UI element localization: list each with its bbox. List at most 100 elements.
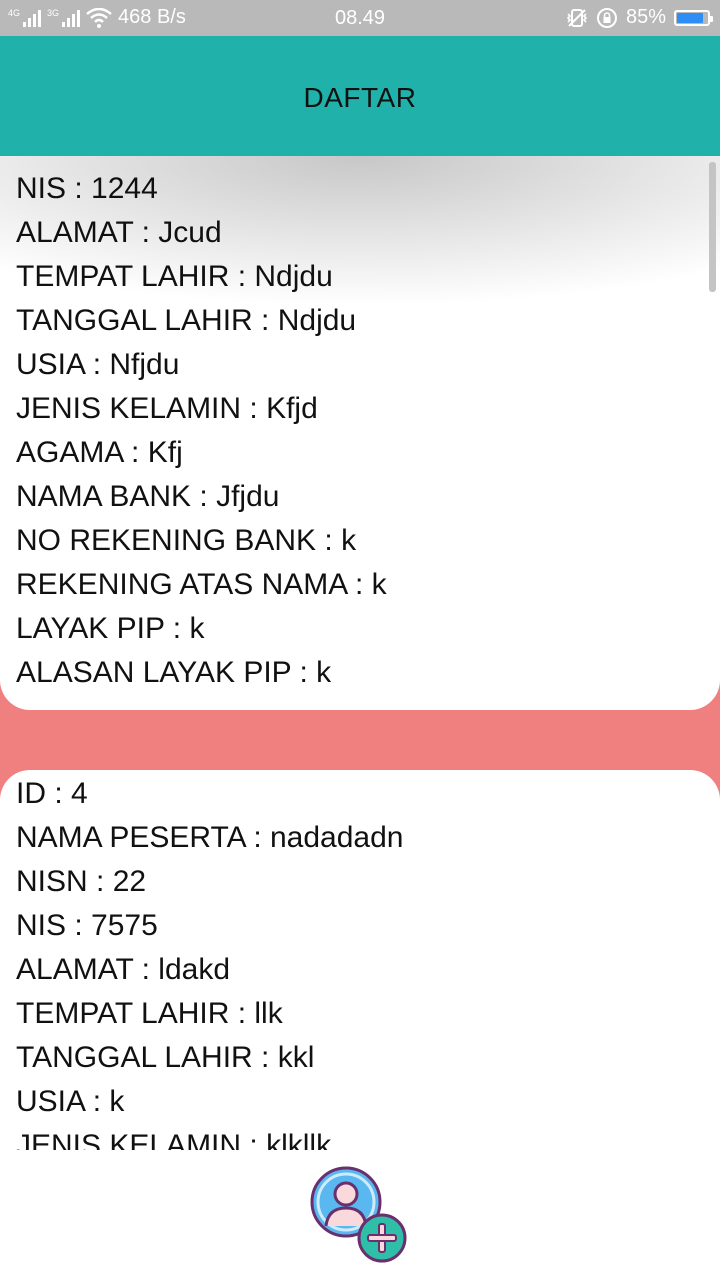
field-separator: : bbox=[241, 1129, 267, 1150]
field-value: 12345 bbox=[113, 156, 196, 161]
field-value: k bbox=[316, 656, 332, 689]
rotation-lock-icon bbox=[596, 7, 617, 28]
field-value: Ndjdu bbox=[254, 260, 333, 293]
field-label: LAYAK PIP bbox=[16, 612, 165, 645]
field-value: Nfjdu bbox=[109, 348, 180, 381]
record-field: ALASAN LAYAK PIP : k bbox=[16, 651, 387, 695]
battery-percent: 85% bbox=[625, 6, 666, 28]
field-separator: : bbox=[346, 568, 372, 601]
field-label: ALAMAT bbox=[16, 953, 134, 986]
field-separator: : bbox=[87, 865, 113, 898]
field-label: NISN bbox=[16, 156, 88, 161]
field-label: ALASAN LAYAK PIP bbox=[16, 656, 292, 689]
record-field: NIS : 7575 bbox=[16, 904, 403, 948]
field-label: REKENING ATAS NAMA bbox=[16, 568, 347, 601]
field-separator: : bbox=[316, 524, 342, 557]
record-field: NAMA BANK : Jfjdu bbox=[16, 475, 387, 519]
field-value: nadadadn bbox=[270, 821, 404, 854]
record-field: USIA : Nfjdu bbox=[16, 343, 387, 387]
field-value: 7575 bbox=[91, 909, 158, 942]
record-field: NISN : 22 bbox=[16, 860, 403, 904]
record-field: ALAMAT : ldakd bbox=[16, 948, 403, 992]
field-separator: : bbox=[229, 260, 255, 293]
record-field: NAMA PESERTA : nadadadn bbox=[16, 816, 403, 860]
record-field: JENIS KELAMIN : Kfjd bbox=[16, 387, 387, 431]
record-card[interactable]: NISN : 12345NIS : 1244ALAMAT : JcudTEMPA… bbox=[0, 156, 720, 710]
field-separator: : bbox=[133, 216, 159, 249]
field-value: k bbox=[109, 1085, 125, 1118]
field-separator: : bbox=[229, 997, 255, 1030]
field-separator: : bbox=[291, 656, 317, 689]
record-card[interactable]: ID : 4 NAMA PESERTA : nadadadn NISN : 22 NI… bbox=[0, 770, 720, 1150]
field-separator: : bbox=[241, 392, 267, 425]
field-label: TANGGAL LAHIR bbox=[16, 1041, 253, 1074]
field-label: NAMA BANK bbox=[16, 480, 192, 513]
record-field: TEMPAT LAHIR : Ndjdu bbox=[16, 255, 387, 299]
field-label: ID bbox=[16, 777, 46, 810]
record-field: JENIS KELAMIN : klkllk bbox=[16, 1124, 403, 1150]
field-separator: : bbox=[88, 156, 113, 161]
field-label: ALAMAT bbox=[16, 216, 134, 249]
field-value: Ndjdu bbox=[277, 304, 357, 337]
field-separator: : bbox=[191, 480, 217, 513]
field-label: NO REKENING BANK bbox=[16, 524, 317, 557]
field-label: USIA bbox=[16, 348, 85, 381]
bottom-bar bbox=[0, 1150, 720, 1280]
record-field: ID : 4 bbox=[16, 772, 403, 816]
field-label: TEMPAT LAHIR bbox=[16, 997, 230, 1030]
field-separator: : bbox=[46, 777, 72, 810]
field-label: USIA bbox=[16, 1085, 85, 1118]
field-value: llk bbox=[254, 997, 283, 1030]
record-field: USIA : k bbox=[16, 1080, 403, 1124]
app-bar: DAFTAR bbox=[0, 36, 720, 156]
field-separator: : bbox=[122, 436, 148, 469]
field-value: 22 bbox=[112, 865, 147, 898]
field-value: 1244 bbox=[91, 172, 158, 205]
record-field: LAYAK PIP : k bbox=[16, 607, 387, 651]
field-separator: : bbox=[164, 612, 190, 645]
record-field: NISN : 12345 bbox=[16, 156, 387, 167]
field-value: kkl bbox=[277, 1041, 315, 1074]
field-label: AGAMA bbox=[16, 436, 123, 469]
record-field: TANGGAL LAHIR : kkl bbox=[16, 1036, 403, 1080]
field-value: Jcud bbox=[158, 216, 222, 249]
record-fields: NISN : 12345NIS : 1244ALAMAT : JcudTEMPA… bbox=[16, 156, 387, 695]
status-bar: 4G 3G 468 B/s 08.49 85% bbox=[0, 0, 720, 36]
status-right: 85% bbox=[566, 6, 713, 29]
record-fields: ID : 4 NAMA PESERTA : nadadadn NISN : 22 NI… bbox=[16, 772, 403, 1150]
field-value: klkllk bbox=[266, 1129, 332, 1150]
record-field: TANGGAL LAHIR : Ndjdu bbox=[16, 299, 387, 343]
add-user-icon[interactable] bbox=[308, 1164, 412, 1268]
field-label: JENIS KELAMIN bbox=[16, 392, 242, 425]
record-field: REKENING ATAS NAMA : k bbox=[16, 563, 387, 607]
field-separator: : bbox=[252, 304, 278, 337]
record-field: ALAMAT : Jcud bbox=[16, 211, 387, 255]
field-value: Jfjdu bbox=[216, 480, 280, 513]
field-value: k bbox=[371, 568, 387, 601]
field-separator: : bbox=[244, 821, 270, 854]
field-separator: : bbox=[133, 953, 159, 986]
field-value: k bbox=[189, 612, 205, 645]
field-label: TEMPAT LAHIR bbox=[16, 260, 230, 293]
page-title: DAFTAR bbox=[303, 82, 417, 113]
scrollbar[interactable] bbox=[709, 162, 716, 292]
record-list[interactable]: NISN : 12345NIS : 1244ALAMAT : JcudTEMPA… bbox=[0, 156, 720, 1150]
field-value: ldakd bbox=[158, 953, 230, 986]
field-value: Kfjd bbox=[266, 392, 318, 425]
record-field: AGAMA : Kfj bbox=[16, 431, 387, 475]
field-value: k bbox=[341, 524, 357, 557]
field-separator: : bbox=[84, 1085, 110, 1118]
field-value: Kfj bbox=[147, 436, 183, 469]
battery-icon bbox=[674, 9, 713, 26]
field-separator: : bbox=[84, 348, 110, 381]
field-separator: : bbox=[66, 172, 92, 205]
field-separator: : bbox=[252, 1041, 278, 1074]
vibrate-icon bbox=[566, 8, 588, 27]
battery-level bbox=[677, 12, 703, 23]
field-label: JENIS KELAMIN bbox=[16, 1129, 242, 1150]
field-label: NISN bbox=[16, 865, 88, 898]
field-label: TANGGAL LAHIR bbox=[16, 304, 253, 337]
field-label: NAMA PESERTA bbox=[16, 821, 245, 854]
record-field: NIS : 1244 bbox=[16, 167, 387, 211]
field-label: NIS bbox=[16, 172, 67, 205]
